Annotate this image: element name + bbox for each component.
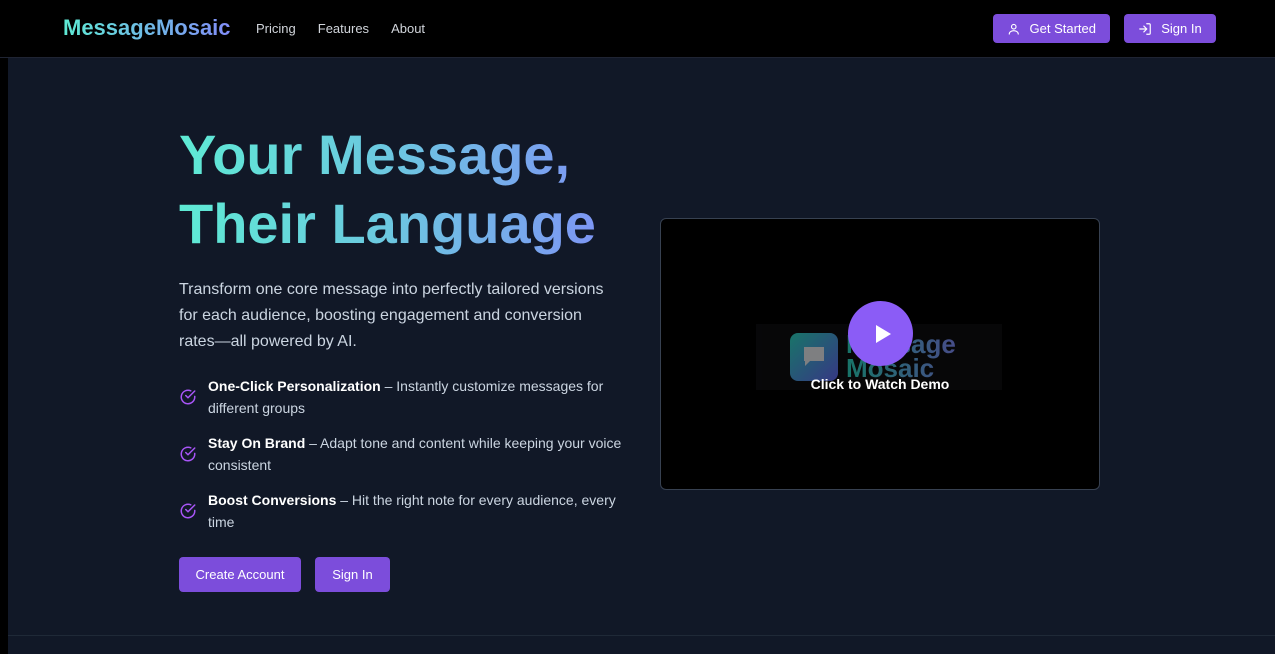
chat-bubble-icon bbox=[804, 347, 824, 366]
section-divider bbox=[8, 635, 1275, 654]
play-icon bbox=[875, 324, 891, 343]
get-started-button[interactable]: Get Started bbox=[993, 14, 1110, 43]
play-button[interactable] bbox=[848, 301, 913, 366]
feature-title: One-Click Personalization bbox=[208, 378, 381, 394]
feature-item: One-Click Personalization – Instantly cu… bbox=[179, 376, 629, 419]
create-account-button[interactable]: Create Account bbox=[179, 557, 301, 592]
nav-link-about[interactable]: About bbox=[391, 21, 425, 36]
nav-sign-in-button[interactable]: Sign In bbox=[1124, 14, 1216, 43]
demo-video-player[interactable]: Message Mosaic Click to Watch Demo bbox=[660, 218, 1100, 490]
brand-logo[interactable]: MessageMosaic bbox=[63, 15, 231, 41]
check-circle-icon bbox=[180, 503, 196, 519]
user-icon bbox=[1008, 23, 1019, 35]
headline-line-2: Their Language bbox=[179, 192, 596, 255]
headline-line-1: Your Message, bbox=[179, 123, 571, 186]
feature-list: One-Click Personalization – Instantly cu… bbox=[179, 376, 629, 547]
nav-sign-in-label: Sign In bbox=[1161, 21, 1202, 36]
check-circle-icon bbox=[180, 389, 196, 405]
hero-sign-in-button[interactable]: Sign In bbox=[315, 557, 390, 592]
nav-links: Pricing Features About bbox=[256, 21, 425, 36]
feature-title: Boost Conversions bbox=[208, 492, 337, 508]
feature-title: Stay On Brand bbox=[208, 435, 306, 451]
feature-item: Boost Conversions – Hit the right note f… bbox=[179, 490, 629, 533]
logo-mark bbox=[790, 333, 838, 381]
check-circle-icon bbox=[180, 446, 196, 462]
hero-subtitle: Transform one core message into perfectl… bbox=[179, 281, 604, 350]
nav-link-pricing[interactable]: Pricing bbox=[256, 21, 296, 36]
login-icon bbox=[1139, 22, 1152, 35]
hero-headline: Your Message, Their Language bbox=[179, 120, 639, 258]
feature-item: Stay On Brand – Adapt tone and content w… bbox=[179, 433, 629, 476]
video-caption[interactable]: Click to Watch Demo bbox=[661, 376, 1099, 392]
navbar: MessageMosaic Pricing Features About Get… bbox=[0, 0, 1275, 58]
nav-link-features[interactable]: Features bbox=[318, 21, 369, 36]
get-started-label: Get Started bbox=[1029, 21, 1096, 36]
